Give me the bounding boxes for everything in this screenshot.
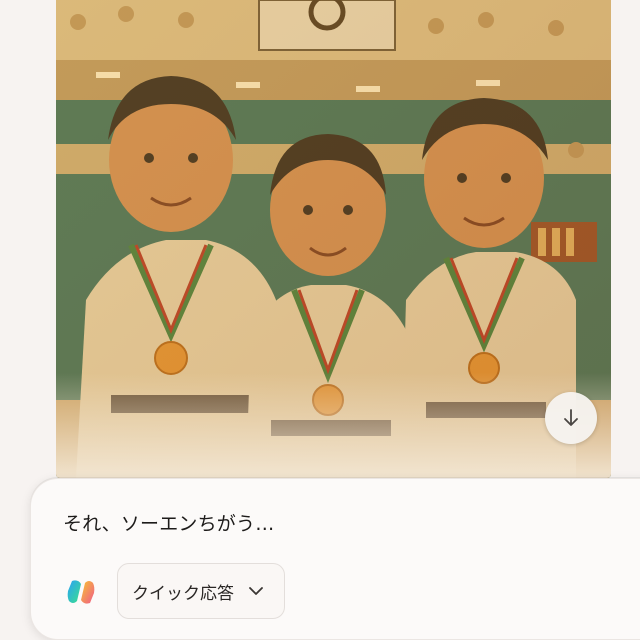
arrow-down-icon: [564, 409, 578, 426]
message-input[interactable]: それ、ソーエンちがう…: [63, 509, 274, 536]
copilot-logo-icon: [64, 575, 98, 609]
scroll-down-button[interactable]: [545, 392, 597, 444]
chevron-down-icon: [248, 586, 264, 596]
generated-image[interactable]: [56, 0, 611, 478]
response-mode-button[interactable]: クイック応答: [117, 563, 285, 619]
message-composer: それ、ソーエンちがう… クイック応答: [30, 478, 640, 640]
judo-medalists-illustration: [56, 0, 611, 478]
response-mode-label: クイック応答: [132, 583, 234, 604]
